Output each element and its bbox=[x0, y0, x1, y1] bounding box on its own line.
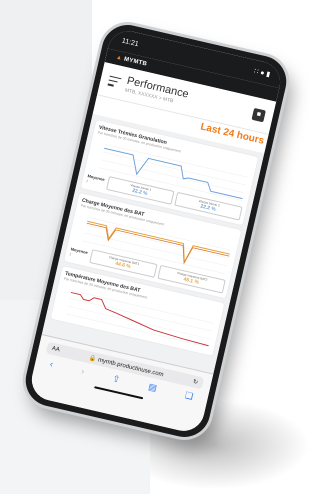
hamburger-menu-icon[interactable] bbox=[107, 75, 122, 87]
stats-label: Moyenne : bbox=[69, 246, 89, 257]
lock-icon: 🔒 bbox=[88, 354, 98, 363]
status-icons: ∷ ● ▮ bbox=[253, 68, 271, 79]
bookmarks-icon[interactable]: ▤ bbox=[147, 381, 158, 394]
logo-mark-icon: ▲ bbox=[115, 54, 123, 62]
stats-label: Moyenne : bbox=[85, 173, 106, 184]
forward-icon[interactable]: › bbox=[80, 366, 85, 377]
reload-icon[interactable]: ↻ bbox=[192, 378, 198, 386]
reader-aa-button[interactable]: AA bbox=[51, 346, 60, 354]
share-icon[interactable]: ⇧ bbox=[111, 373, 122, 385]
status-time: 11:21 bbox=[121, 37, 140, 48]
back-icon[interactable]: ‹ bbox=[49, 359, 54, 370]
tabs-icon[interactable]: ❏ bbox=[184, 390, 194, 403]
logo-text: MYMTB bbox=[123, 56, 148, 68]
user-icon[interactable]: ■ bbox=[251, 107, 267, 122]
